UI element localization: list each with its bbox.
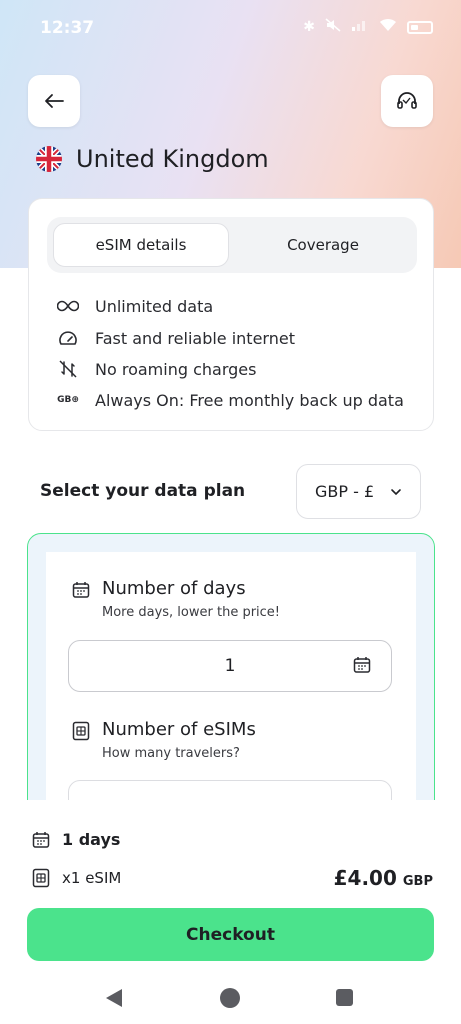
sim-card-icon [72, 721, 90, 741]
esim-details-card: eSIM details Coverage Unlimited data Fas… [28, 198, 434, 431]
signal-icon [351, 18, 369, 36]
bluetooth-icon: ✱ [303, 19, 315, 35]
calendar-icon [353, 657, 371, 673]
no-roaming-icon [57, 358, 79, 380]
system-navigation-bar [0, 975, 461, 1024]
feature-label: Fast and reliable internet [95, 328, 295, 348]
wifi-icon [379, 18, 397, 36]
battery-icon [407, 20, 433, 34]
headset-icon [397, 92, 417, 109]
total-price: £4.00 GBP [334, 866, 433, 890]
feature-label: Unlimited data [95, 296, 214, 316]
status-icons: ✱ [303, 18, 433, 36]
esims-section-header: Number of eSIMs How many travelers? [72, 719, 256, 761]
arrow-left-icon [45, 94, 64, 108]
plan-section-title: Select your data plan [40, 481, 246, 501]
sim-card-icon [32, 868, 50, 888]
checkout-button[interactable]: Checkout [27, 908, 434, 961]
tab-coverage[interactable]: Coverage [235, 223, 411, 267]
tab-bar: eSIM details Coverage [47, 217, 417, 273]
feature-item: No roaming charges [57, 358, 256, 380]
back-button[interactable] [28, 75, 80, 127]
nav-back-icon[interactable] [106, 989, 122, 1007]
feature-item: Fast and reliable internet [57, 327, 295, 349]
currency-value: GBP - £ [315, 482, 375, 501]
plan-card: Number of days More days, lower the pric… [27, 533, 435, 833]
support-button[interactable] [381, 75, 433, 127]
feature-label: Always On: Free monthly back up data [95, 390, 404, 410]
days-value: 1 [224, 656, 236, 676]
esims-title: Number of eSIMs [102, 719, 256, 740]
price-currency: GBP [402, 874, 433, 889]
country-title: United Kingdom [76, 145, 269, 173]
calendar-icon [32, 831, 50, 848]
backup-data-icon-text: GB [57, 395, 72, 405]
status-bar: 12:37 ✱ [0, 0, 461, 56]
summary-esims: x1 eSIM [62, 869, 122, 887]
infinity-icon [57, 295, 79, 317]
plan-card-inner: Number of days More days, lower the pric… [46, 552, 416, 832]
summary-days: 1 days [62, 830, 121, 849]
chevron-down-icon [391, 488, 401, 495]
speedometer-icon [57, 327, 79, 349]
backup-data-icon: GB ⊕ [57, 395, 79, 405]
mute-icon [325, 18, 341, 36]
nav-home-icon[interactable] [220, 988, 240, 1008]
nav-recents-icon[interactable] [336, 989, 353, 1006]
uk-flag-icon [36, 146, 62, 172]
country-header: United Kingdom [36, 145, 269, 173]
esims-subtitle: How many travelers? [102, 746, 240, 761]
days-input[interactable]: 1 [68, 640, 392, 692]
currency-select[interactable]: GBP - £ [296, 464, 421, 519]
price-amount: £4.00 [333, 866, 397, 890]
feature-item: GB ⊕ Always On: Free monthly back up data [57, 389, 404, 411]
days-title: Number of days [102, 578, 246, 599]
days-section-header: Number of days More days, lower the pric… [72, 578, 280, 620]
days-subtitle: More days, lower the price! [102, 605, 281, 620]
summary-esims-row: x1 eSIM [32, 868, 121, 888]
status-time: 12:37 [40, 18, 95, 38]
calendar-icon [72, 582, 90, 598]
tab-esim-details[interactable]: eSIM details [53, 223, 229, 267]
feature-item: Unlimited data [57, 295, 213, 317]
summary-days-row: 1 days [32, 830, 120, 849]
feature-label: No roaming charges [95, 359, 257, 379]
